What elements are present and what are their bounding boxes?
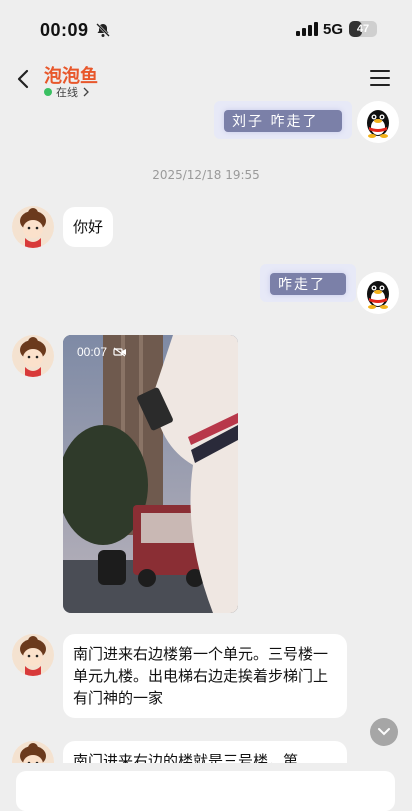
menu-icon[interactable] [370, 70, 390, 86]
cartoon-girl-icon [12, 335, 54, 377]
contact-avatar[interactable] [12, 206, 54, 248]
back-icon[interactable] [14, 68, 34, 90]
bell-mute-icon [96, 23, 110, 37]
chat-header: 泡泡鱼 在线 [0, 58, 412, 100]
cartoon-girl-icon [12, 206, 54, 248]
video-duration: 00:07 [77, 345, 127, 359]
video-message[interactable]: 00:07 [63, 335, 238, 613]
online-status[interactable]: 在线 [44, 84, 90, 100]
status-bar: 00:09 5G 47 [0, 0, 412, 58]
battery-percent: 47 [356, 23, 370, 35]
scroll-down-button[interactable] [370, 718, 398, 746]
message-bubble[interactable]: 南门进来右边楼第一个单元。三号楼一单元九楼。出电梯右边走挨着步梯门上有门神的一家 [63, 634, 347, 718]
chevron-down-icon [378, 728, 390, 736]
my-avatar[interactable] [357, 272, 399, 314]
contact-avatar[interactable] [12, 335, 54, 377]
message-bubble[interactable]: 你好 [63, 207, 114, 247]
muted-icon [113, 347, 127, 357]
network-type: 5G [323, 21, 344, 38]
online-label: 在线 [56, 86, 78, 99]
input-bar [0, 763, 412, 811]
sticker-message[interactable]: 咋走了 [260, 264, 356, 302]
sticker-text: 刘子 咋走了 [232, 114, 319, 130]
video-thumbnail [63, 335, 238, 613]
chevron-right-icon [83, 87, 89, 97]
penguin-icon [367, 281, 389, 309]
message-input[interactable] [16, 771, 395, 811]
contact-avatar[interactable] [12, 634, 54, 676]
battery-icon: 47 [349, 21, 377, 37]
signal-icon [296, 22, 318, 36]
online-dot [44, 88, 52, 96]
sticker-text: 咋走了 [278, 277, 326, 293]
penguin-icon [367, 110, 389, 138]
clock: 00:09 [40, 20, 89, 40]
message-timestamp: 2025/12/18 19:55 [152, 168, 260, 182]
my-avatar[interactable] [357, 101, 399, 143]
sticker-message[interactable]: 刘子 咋走了 [214, 101, 352, 139]
cartoon-girl-icon [12, 634, 54, 676]
